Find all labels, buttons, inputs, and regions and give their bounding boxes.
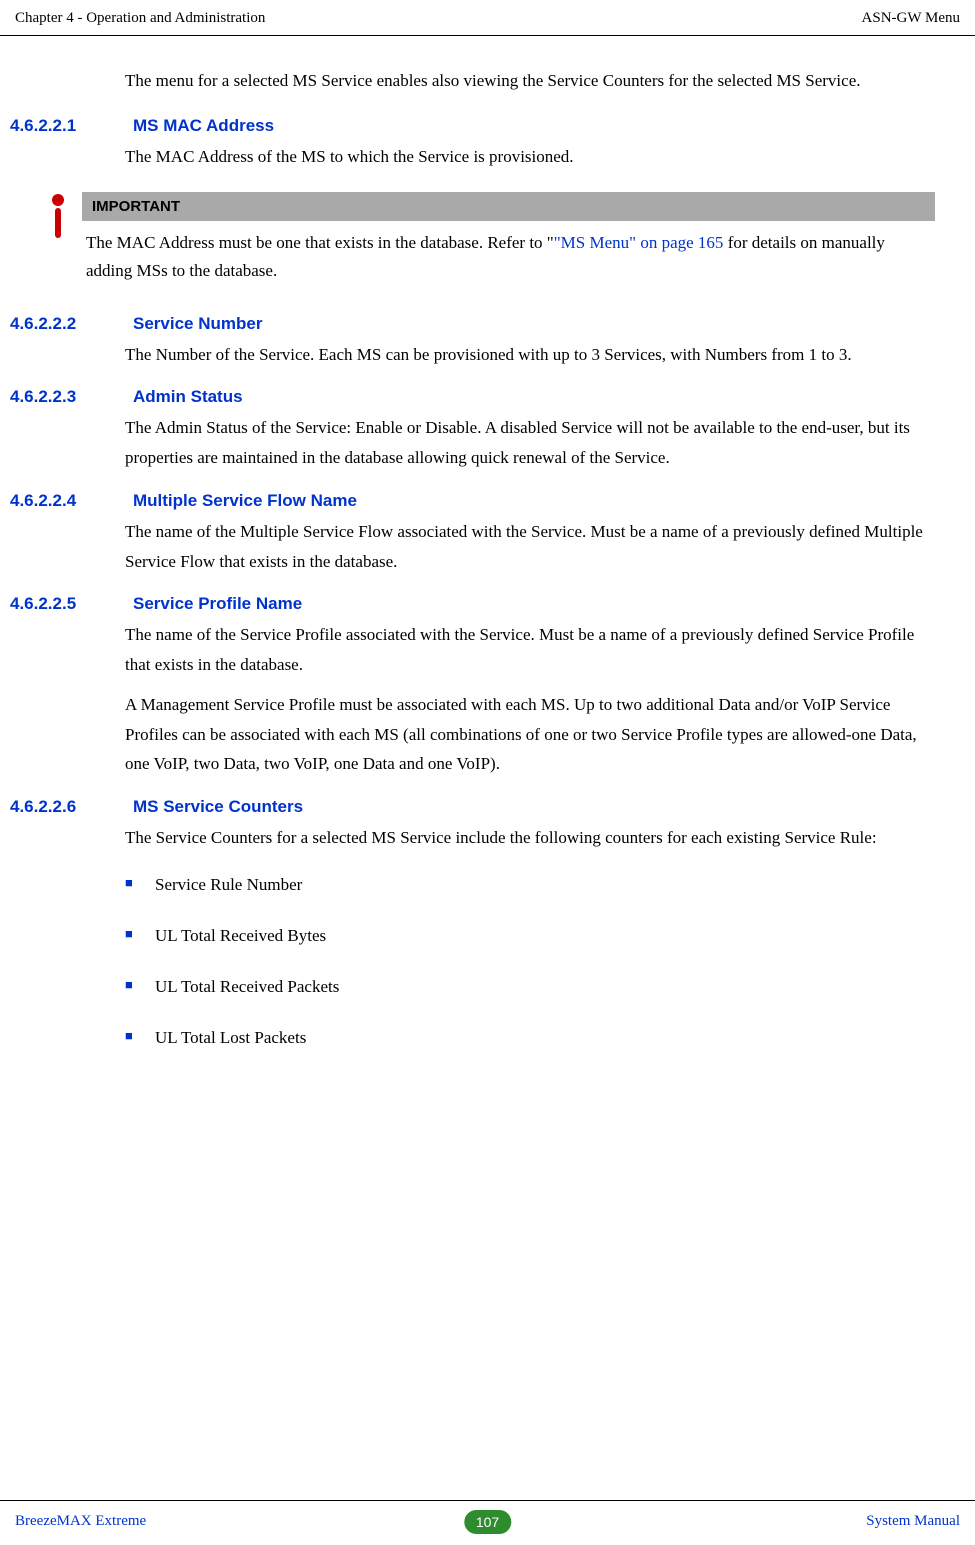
footer-right: System Manual — [866, 1513, 960, 1530]
section-number: 4.6.2.2.5 — [10, 594, 133, 614]
section-ms-service-counters: 4.6.2.2.6 MS Service Counters The Servic… — [10, 797, 935, 853]
section-body: The name of the Service Profile associat… — [125, 620, 935, 779]
section-number: 4.6.2.2.1 — [10, 116, 133, 136]
header-right: ASN-GW Menu — [862, 10, 960, 27]
section-service-number: 4.6.2.2.2 Service Number The Number of t… — [10, 314, 935, 370]
section-number: 4.6.2.2.3 — [10, 387, 133, 407]
important-icon — [50, 194, 66, 242]
footer-left: BreezeMAX Extreme — [15, 1513, 146, 1530]
section-header: 4.6.2.2.1 MS MAC Address — [10, 116, 935, 136]
section-para: The MAC Address of the MS to which the S… — [125, 142, 935, 172]
important-content: IMPORTANT The MAC Address must be one th… — [82, 192, 935, 289]
section-title: Service Profile Name — [133, 594, 302, 614]
header-left: Chapter 4 - Operation and Administration — [15, 10, 265, 27]
list-item: Service Rule Number — [125, 871, 935, 898]
intro-paragraph: The menu for a selected MS Service enabl… — [125, 66, 935, 96]
section-para: The Service Counters for a selected MS S… — [125, 823, 935, 853]
section-body: The Number of the Service. Each MS can b… — [125, 340, 935, 370]
section-para: A Management Service Profile must be ass… — [125, 690, 935, 779]
section-para: The name of the Multiple Service Flow as… — [125, 517, 935, 577]
section-header: 4.6.2.2.4 Multiple Service Flow Name — [10, 491, 935, 511]
section-title: Multiple Service Flow Name — [133, 491, 357, 511]
important-callout: IMPORTANT The MAC Address must be one th… — [50, 192, 935, 289]
section-body: The Admin Status of the Service: Enable … — [125, 413, 935, 473]
list-item: UL Total Received Packets — [125, 973, 935, 1000]
section-header: 4.6.2.2.2 Service Number — [10, 314, 935, 334]
section-number: 4.6.2.2.6 — [10, 797, 133, 817]
page-footer: BreezeMAX Extreme 107 System Manual — [0, 1500, 975, 1530]
list-item: UL Total Lost Packets — [125, 1024, 935, 1051]
section-para: The Number of the Service. Each MS can b… — [125, 340, 935, 370]
bullet-list: Service Rule Number UL Total Received By… — [125, 871, 935, 1052]
section-number: 4.6.2.2.4 — [10, 491, 133, 511]
section-title: Admin Status — [133, 387, 243, 407]
important-link[interactable]: "MS Menu" on page 165 — [554, 233, 724, 252]
section-admin-status: 4.6.2.2.3 Admin Status The Admin Status … — [10, 387, 935, 473]
page-content: The menu for a selected MS Service enabl… — [0, 66, 975, 1052]
page-number: 107 — [464, 1510, 511, 1534]
section-title: MS Service Counters — [133, 797, 303, 817]
section-header: 4.6.2.2.6 MS Service Counters — [10, 797, 935, 817]
section-body: The Service Counters for a selected MS S… — [125, 823, 935, 853]
section-header: 4.6.2.2.3 Admin Status — [10, 387, 935, 407]
section-multiple-service-flow-name: 4.6.2.2.4 Multiple Service Flow Name The… — [10, 491, 935, 577]
list-item: UL Total Received Bytes — [125, 922, 935, 949]
section-header: 4.6.2.2.5 Service Profile Name — [10, 594, 935, 614]
section-number: 4.6.2.2.2 — [10, 314, 133, 334]
footer-center: 107 — [464, 1510, 511, 1534]
section-title: Service Number — [133, 314, 262, 334]
section-body: The name of the Multiple Service Flow as… — [125, 517, 935, 577]
section-para: The Admin Status of the Service: Enable … — [125, 413, 935, 473]
important-text-prefix: The MAC Address must be one that exists … — [86, 233, 554, 252]
section-ms-mac-address: 4.6.2.2.1 MS MAC Address The MAC Address… — [10, 116, 935, 172]
important-label: IMPORTANT — [82, 192, 935, 221]
section-title: MS MAC Address — [133, 116, 274, 136]
important-body: The MAC Address must be one that exists … — [82, 221, 935, 289]
page-header: Chapter 4 - Operation and Administration… — [0, 0, 975, 36]
section-service-profile-name: 4.6.2.2.5 Service Profile Name The name … — [10, 594, 935, 779]
section-para: The name of the Service Profile associat… — [125, 620, 935, 680]
section-body: The MAC Address of the MS to which the S… — [125, 142, 935, 172]
